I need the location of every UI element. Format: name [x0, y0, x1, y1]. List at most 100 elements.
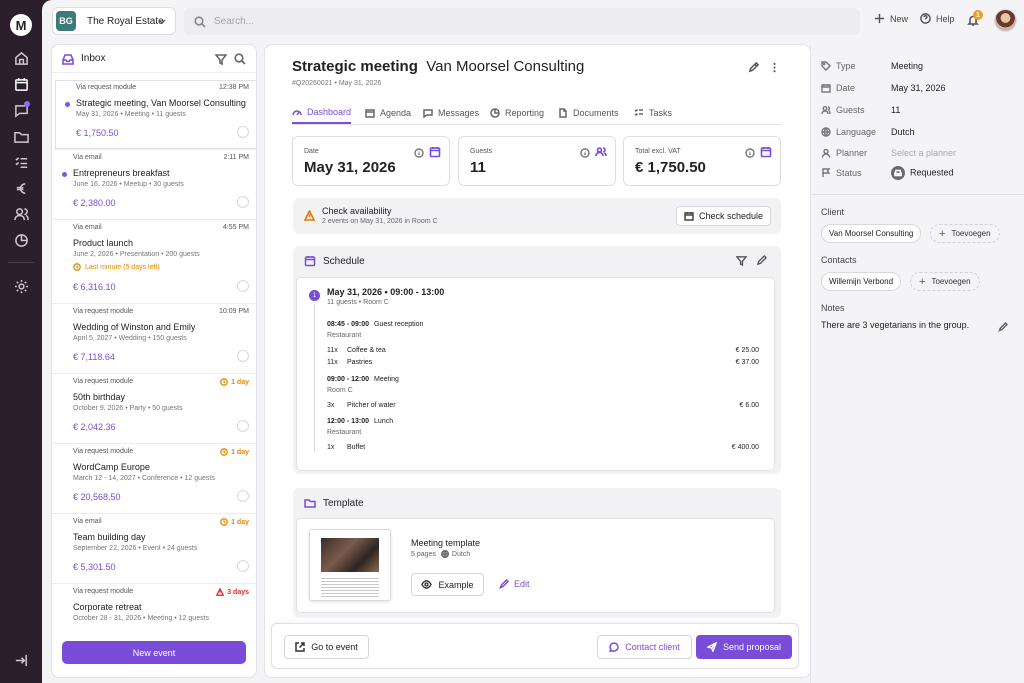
invoice-icon — [760, 146, 772, 158]
pencil-icon[interactable] — [998, 321, 1009, 332]
check-schedule-button[interactable]: Check schedule — [675, 206, 771, 226]
checklist-icon — [634, 108, 643, 117]
app-logo[interactable]: M — [10, 14, 32, 36]
item-meta: June 2, 2026 • Presentation • 200 guests — [73, 251, 200, 258]
tab-label: Tasks — [649, 108, 673, 118]
home-icon[interactable] — [12, 49, 30, 67]
user-icon — [821, 148, 831, 158]
messages-icon[interactable] — [12, 101, 30, 119]
info-icon[interactable] — [580, 147, 590, 158]
send-proposal-button[interactable]: Send proposal — [696, 635, 792, 659]
item-checkbox[interactable] — [237, 280, 249, 292]
item-price: € 37.00 — [735, 359, 759, 366]
prop-label: Language — [836, 127, 877, 137]
tab-dashboard[interactable]: Dashboard — [292, 102, 352, 124]
edit-template-link[interactable]: Edit — [499, 579, 530, 589]
new-event-button[interactable]: New event — [62, 641, 246, 664]
add-contact-button[interactable]: + Toevoegen — [910, 272, 980, 291]
help-button[interactable]: Help — [920, 13, 955, 24]
folder-icon — [304, 499, 316, 508]
prop-language-value[interactable]: Dutch — [891, 127, 915, 137]
prop-status-value[interactable]: Requested — [891, 166, 954, 180]
prop-label: Planner — [836, 148, 868, 158]
tab-agenda[interactable]: Agenda — [365, 102, 411, 124]
new-button[interactable]: New — [874, 13, 908, 24]
tab-documents[interactable]: Documents — [558, 102, 619, 124]
tab-messages[interactable]: Messages — [423, 102, 479, 124]
contacts-heading: Contacts — [821, 255, 857, 265]
organization-switcher[interactable]: BG The Royal Estate — [52, 7, 176, 35]
inbox-icon — [62, 53, 74, 65]
template-pages: 5 pages — [411, 550, 436, 558]
item-due: 1 day — [220, 378, 249, 386]
logout-icon[interactable] — [12, 651, 30, 669]
schedule-item-row: 3x Pitcher of water € 6.00 — [327, 402, 759, 414]
inbox-item[interactable]: Via email 2:11 PM Entrepreneurs breakfas… — [52, 150, 256, 220]
contact-chip[interactable]: Willemijn Verbond — [821, 272, 902, 291]
warning-text: Last minute (5 days left) — [85, 263, 160, 271]
edit-icon[interactable] — [748, 61, 760, 74]
item-due: 1 day — [220, 518, 249, 526]
search-bar[interactable] — [184, 8, 860, 35]
item-title: Product launch — [73, 238, 134, 248]
search-icon[interactable] — [234, 53, 246, 65]
block-time: 09:00 - 12:00 — [327, 376, 370, 383]
reports-icon[interactable] — [12, 231, 30, 249]
notes-heading: Notes — [821, 303, 845, 313]
prop-type-value[interactable]: Meeting — [891, 61, 923, 71]
stat-label: Total excl. VAT — [635, 148, 681, 155]
inbox-item[interactable]: Via request module 10:09 PM Wedding of W… — [52, 304, 256, 374]
users-icon[interactable] — [12, 205, 30, 223]
schedule-item-row: 11x Coffee & tea € 25.00 — [327, 347, 759, 359]
inbox-item[interactable]: Via email 1 day Team building day Septem… — [52, 514, 256, 584]
template-thumbnail[interactable] — [309, 529, 391, 601]
user-avatar[interactable] — [994, 9, 1017, 32]
client-chip[interactable]: Van Moorsel Consulting — [821, 224, 922, 243]
euro-icon[interactable] — [12, 179, 30, 197]
inbox-item[interactable]: Via email 4:55 PM Product launch June 2,… — [52, 220, 256, 304]
item-time: 12:38 PM — [219, 84, 249, 91]
inbox-item[interactable]: Via request module 12:38 PM Strategic me… — [52, 80, 256, 150]
item-checkbox[interactable] — [237, 420, 249, 432]
inbox-item[interactable]: Via request module 1 day 50th birthday O… — [52, 374, 256, 444]
item-qty: 11x — [327, 359, 338, 366]
search-input[interactable] — [214, 16, 814, 27]
item-checkbox[interactable] — [237, 126, 249, 138]
prop-date-value[interactable]: May 31, 2026 — [891, 83, 946, 93]
more-icon[interactable] — [769, 62, 781, 74]
button-label: Send proposal — [722, 642, 782, 652]
tab-reporting[interactable]: Reporting — [490, 102, 544, 124]
tasks-icon[interactable] — [12, 153, 30, 171]
tab-tasks[interactable]: Tasks — [634, 102, 672, 124]
item-meta: May 31, 2026 • Meeting • 11 guests — [76, 111, 186, 118]
warning-icon — [303, 209, 316, 221]
schedule-day-sub: 11 guests • Room C — [327, 299, 389, 306]
app-window: BG The Royal Estate New Help 1 Inbox — [42, 0, 1024, 683]
contact-client-button[interactable]: Contact client — [597, 635, 692, 659]
topbar: BG The Royal Estate New Help 1 — [42, 0, 1024, 42]
folder-icon[interactable] — [12, 127, 30, 145]
prop-guests-value[interactable]: 11 — [891, 105, 900, 115]
info-icon[interactable] — [745, 147, 755, 158]
settings-icon[interactable] — [12, 277, 30, 295]
help-label: Help — [936, 13, 955, 24]
item-warning: Last minute (5 days left) — [73, 263, 160, 271]
example-button[interactable]: Example — [411, 573, 484, 596]
planner-select[interactable]: Select a planner — [891, 148, 956, 158]
edit-icon[interactable] — [756, 254, 768, 266]
item-checkbox[interactable] — [237, 350, 249, 362]
item-checkbox[interactable] — [237, 490, 249, 502]
item-checkbox[interactable] — [237, 196, 249, 208]
filter-icon[interactable] — [735, 255, 748, 267]
filter-icon[interactable] — [214, 53, 228, 66]
info-icon[interactable] — [414, 147, 424, 158]
add-client-button[interactable]: + Toevoegen — [930, 224, 1000, 243]
inbox-item[interactable]: Via request module 1 day WordCamp Europe… — [52, 444, 256, 514]
alert-subtitle: 2 events on May 31, 2026 in Room C — [322, 218, 438, 225]
item-checkbox[interactable] — [237, 560, 249, 572]
calendar-icon[interactable] — [12, 75, 30, 93]
users-icon — [595, 146, 607, 158]
go-to-event-button[interactable]: Go to event — [284, 635, 369, 659]
item-source: Via request module — [73, 448, 134, 455]
item-source: Via email — [73, 224, 102, 231]
